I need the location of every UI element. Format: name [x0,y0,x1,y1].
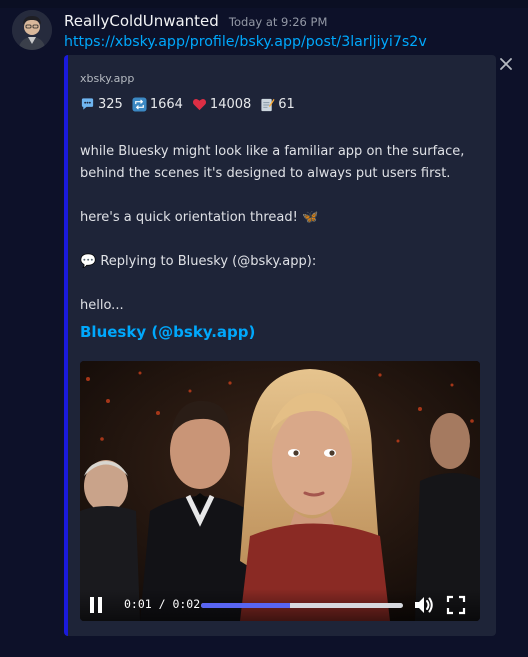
replies-count: 325 [98,97,123,112]
video-player[interactable]: 0:01 / 0:02 [80,361,480,621]
likes-count: 14008 [209,97,252,112]
pause-icon[interactable] [88,596,104,614]
post-stats: 325 1664 14008 61 [80,97,304,112]
embed-provider[interactable]: xbsky.app [80,72,134,85]
description-hello: hello... [80,298,124,313]
message-header: ReallyColdUnwanted Today at 9:26 PM [64,11,327,31]
embed-author[interactable]: Bluesky (@bsky.app) [80,323,255,341]
video-controls: 0:01 / 0:02 [80,589,480,621]
reposts-stat: 1664 [132,97,183,112]
message-link[interactable]: https://xbsky.app/profile/bsky.app/post/… [64,34,427,50]
link-embed: xbsky.app 325 1664 14008 61 while Bluesk… [64,55,496,636]
user-avatar-icon [12,10,52,50]
likes-stat: 14008 [192,97,251,112]
memo-icon [260,97,275,112]
username[interactable]: ReallyColdUnwanted [64,12,219,30]
embed-description: while Bluesky might look like a familiar… [80,141,480,339]
heart-icon [192,97,207,112]
description-line-1: while Bluesky might look like a familiar… [80,144,465,159]
description-reply: 💬 Replying to Bluesky (@bsky.app): [80,254,317,269]
volume-icon[interactable] [413,595,435,615]
video-progress-fill [201,603,290,608]
video-time: 0:01 / 0:02 [124,597,201,611]
fullscreen-icon[interactable] [446,595,466,615]
description-thread: here's a quick orientation thread! 🦋 [80,210,319,225]
quotes-stat: 61 [260,97,295,112]
reposts-count: 1664 [149,97,183,112]
close-icon[interactable] [498,56,514,72]
embed-accent-bar [64,55,68,636]
speech-bubble-icon [80,97,95,112]
chat-message: ReallyColdUnwanted Today at 9:26 PM http… [0,0,528,650]
avatar[interactable] [12,10,52,50]
repost-icon [132,97,147,112]
timestamp: Today at 9:26 PM [228,15,328,29]
replies-stat: 325 [80,97,123,112]
quotes-count: 61 [278,97,295,112]
description-line-2: behind the scenes it's designed to alway… [80,166,451,181]
video-frame [80,361,480,621]
video-progress-bar[interactable] [201,603,403,608]
